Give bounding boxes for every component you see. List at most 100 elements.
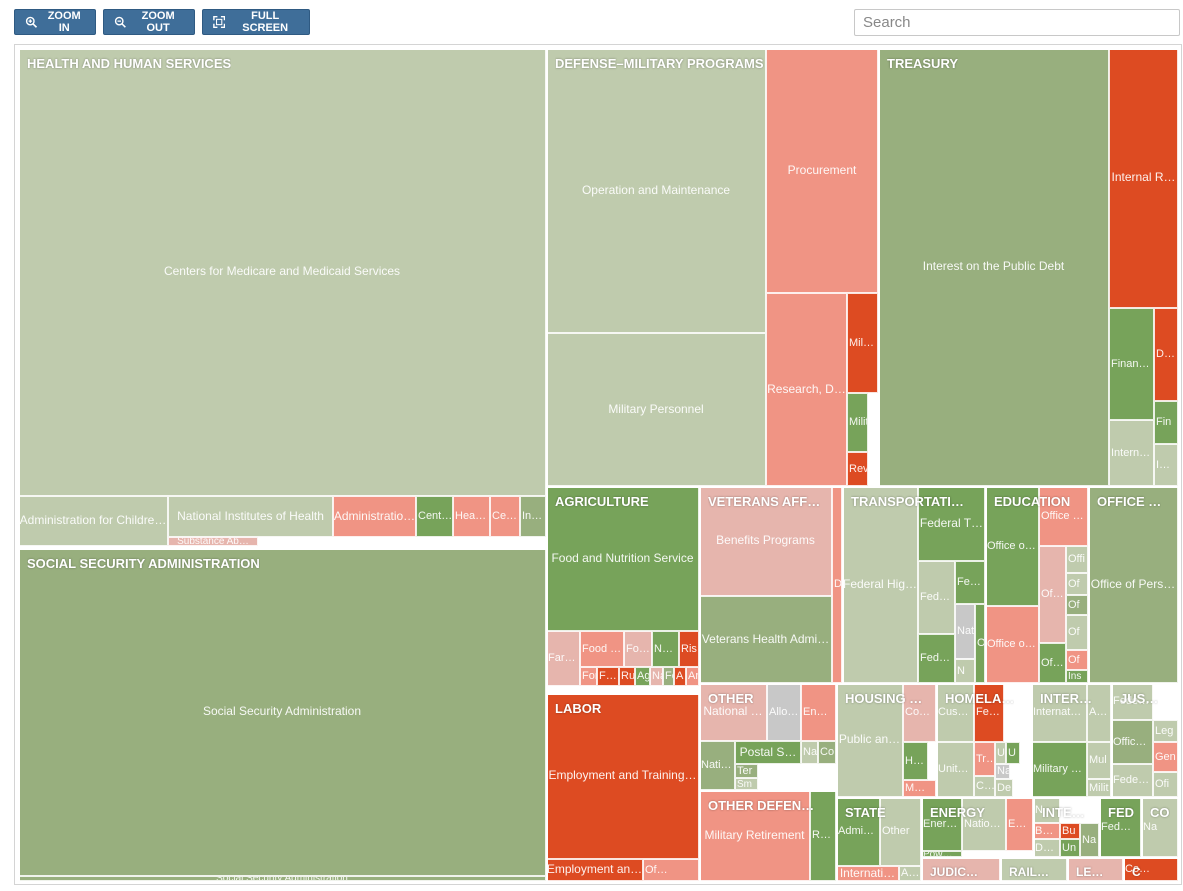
treemap-cell-co[interactable]: Co <box>818 741 836 764</box>
treemap-cell-procurement[interactable]: Procurement <box>766 48 878 293</box>
treemap-group-title[interactable]: EDUCATION <box>994 494 1070 509</box>
treemap-cell-na[interactable]: Na <box>995 764 1010 779</box>
treemap-cell-centers-for-medicare-and-medicaid-services[interactable]: Centers for Medicare and Medicaid Servic… <box>18 48 546 496</box>
treemap-cell-na[interactable]: Na <box>650 667 663 686</box>
treemap-cell-ins[interactable]: Ins <box>1066 670 1088 683</box>
treemap-cell-u[interactable]: U <box>995 742 1006 764</box>
treemap-cell-offi[interactable]: Offi <box>1066 546 1088 573</box>
treemap-cell-of[interactable]: Of <box>1066 650 1088 670</box>
treemap-cell-internal-r[interactable]: Internal R… <box>1109 48 1178 308</box>
treemap-cell-ris[interactable]: Ris <box>679 631 699 667</box>
treemap-cell-ar[interactable]: Ar <box>686 667 699 686</box>
treemap-cell-leg[interactable]: Leg <box>1153 720 1178 742</box>
treemap-cell-n[interactable]: N <box>955 659 975 683</box>
treemap-cell-operation-and-maintenance[interactable]: Operation and Maintenance <box>546 48 766 333</box>
treemap-cell-finan[interactable]: Finan… <box>1109 308 1154 420</box>
treemap-cell-of[interactable]: Of… <box>1039 643 1066 683</box>
treemap-cell-sm[interactable]: Sm <box>735 778 758 790</box>
treemap-cell-employment-and-training[interactable]: Employment and Training… <box>546 693 699 859</box>
treemap-cell-fed[interactable]: Fed… <box>918 561 955 634</box>
treemap-cell-ag[interactable]: Ag <box>635 667 650 686</box>
treemap-cell-d[interactable]: D… <box>1033 839 1060 857</box>
treemap-group-title[interactable]: OFFICE … <box>1097 494 1161 509</box>
treemap-cell-hea[interactable]: Hea… <box>453 496 490 537</box>
treemap-cell-fed[interactable]: Fed… <box>918 634 955 683</box>
treemap-group-title[interactable]: VETERANS AFF… <box>708 494 820 509</box>
treemap-cell-national-institutes-of-health[interactable]: National Institutes of Health <box>168 496 333 537</box>
treemap-cell-fede[interactable]: Fede… <box>1111 764 1153 797</box>
treemap-group-title[interactable]: LABOR <box>555 701 601 716</box>
zoom-out-button[interactable]: ZOOM OUT <box>103 9 195 35</box>
treemap-cell-office-of-pers[interactable]: Office of Pers… <box>1088 486 1178 683</box>
treemap-cell-fe[interactable]: Fe… <box>955 561 985 604</box>
treemap-group-title[interactable]: INTER… <box>1040 691 1092 706</box>
treemap-group-title[interactable]: ENERGY <box>930 805 985 820</box>
treemap-group-title[interactable]: HEALTH AND HUMAN SERVICES <box>27 56 231 71</box>
treemap-group-title[interactable]: HOMELA… <box>945 691 1014 706</box>
treemap-cell-research-d[interactable]: Research, D… <box>766 293 847 486</box>
search-input[interactable] <box>854 9 1180 36</box>
treemap-group-title[interactable]: CO <box>1150 805 1170 820</box>
treemap-cell-bu[interactable]: Bu <box>1060 823 1080 839</box>
treemap-cell-far[interactable]: Far… <box>546 631 580 686</box>
treemap-cell-nat[interactable]: Nat <box>801 741 818 764</box>
treemap-cell-office-o[interactable]: Office o… <box>985 606 1039 683</box>
treemap-cell-veterans-health-admi[interactable]: Veterans Health Admi… <box>699 596 832 683</box>
treemap-cell-e[interactable]: E… <box>1006 797 1033 851</box>
treemap-cell-offic[interactable]: Offic… <box>1111 720 1153 764</box>
treemap-cell-fo[interactable]: Fo… <box>624 631 652 667</box>
treemap-cell-d[interactable]: D <box>832 486 842 683</box>
treemap-cell-internati[interactable]: Internati… <box>836 866 899 881</box>
treemap-group-title[interactable]: LE… <box>1076 865 1103 879</box>
treemap-group-title[interactable]: DEFENSE–MILITARY PROGRAMS <box>555 56 764 71</box>
treemap-group-title[interactable]: SOCIAL SECURITY ADMINISTRATION <box>27 556 260 571</box>
treemap-group-title[interactable]: HOUSING … <box>845 691 922 706</box>
treemap-cell-en[interactable]: En… <box>801 683 836 741</box>
treemap-cell-i[interactable]: I… <box>1154 444 1178 486</box>
treemap-cell-fin[interactable]: Fin <box>1154 401 1178 444</box>
treemap-group-title[interactable]: OTHER <box>708 691 754 706</box>
treemap-cell-of[interactable]: Of… <box>1039 546 1066 643</box>
treemap-cell-c[interactable]: C… <box>974 776 995 797</box>
treemap-cell-ce[interactable]: Ce… <box>490 496 520 537</box>
treemap-cell-milit[interactable]: Milit <box>1087 779 1111 797</box>
treemap-cell-nat[interactable]: Nat <box>955 604 975 659</box>
treemap-cell-n[interactable]: N… <box>652 631 679 667</box>
treemap-cell-h[interactable]: H… <box>903 742 928 780</box>
treemap-cell-administratio[interactable]: Administratio… <box>333 496 416 537</box>
treemap-cell-f[interactable]: F… <box>597 667 619 686</box>
treemap-cell-de[interactable]: De <box>995 779 1013 797</box>
treemap-cell-social-security-administration[interactable]: Social Security Administration <box>18 876 546 881</box>
treemap-cell-federal-hig[interactable]: Federal Hig… <box>842 486 918 683</box>
treemap-cell-of[interactable]: Of <box>1066 595 1088 615</box>
treemap-cell-unit[interactable]: Unit… <box>936 742 974 797</box>
treemap-cell-u[interactable]: U <box>1006 742 1020 764</box>
treemap-cell-military-personnel[interactable]: Military Personnel <box>546 333 766 486</box>
treemap-cell-a[interactable]: A… <box>899 866 921 881</box>
treemap-cell-postal-s[interactable]: Postal S… <box>735 741 801 764</box>
treemap-cell-in[interactable]: In… <box>520 496 546 537</box>
treemap-cell-na[interactable]: Na <box>1080 823 1099 857</box>
treemap-group-title[interactable]: AGRICULTURE <box>555 494 649 509</box>
treemap-group-title[interactable]: TRANSPORTATI… <box>851 494 964 509</box>
treemap-cell-administration-for-childre[interactable]: Administration for Childre… <box>18 496 168 546</box>
treemap-group-title[interactable]: RAIL… <box>1009 865 1049 879</box>
treemap-cell-nati[interactable]: Nati… <box>699 741 735 790</box>
treemap-cell-of[interactable]: Of <box>1066 573 1088 595</box>
treemap-cell-mul[interactable]: Mul <box>1087 742 1111 779</box>
treemap-cell-interest-on-the-public-debt[interactable]: Interest on the Public Debt <box>878 48 1109 486</box>
treemap-cell-mil[interactable]: Mil… <box>847 293 878 393</box>
treemap-cell-ter[interactable]: Ter <box>735 764 758 778</box>
treemap-group-title[interactable]: JUDIC… <box>930 865 978 879</box>
treemap-group-title[interactable]: STATE <box>845 805 886 820</box>
treemap-cell-allo[interactable]: Allo… <box>767 683 801 741</box>
treemap-cell-fo[interactable]: Fo <box>663 667 674 686</box>
treemap-cell-m[interactable]: M… <box>903 780 936 797</box>
zoom-in-button[interactable]: ZOOM IN <box>14 9 96 35</box>
treemap-cell-ru[interactable]: Ru <box>619 667 635 686</box>
treemap-cell-gen[interactable]: Gen <box>1153 742 1178 772</box>
treemap-group-title[interactable]: INTE… <box>1042 805 1085 820</box>
treemap-cell-for[interactable]: For <box>580 667 597 686</box>
treemap-cell-milit[interactable]: Milit <box>847 393 868 452</box>
treemap-cell-of[interactable]: Of… <box>643 859 699 881</box>
